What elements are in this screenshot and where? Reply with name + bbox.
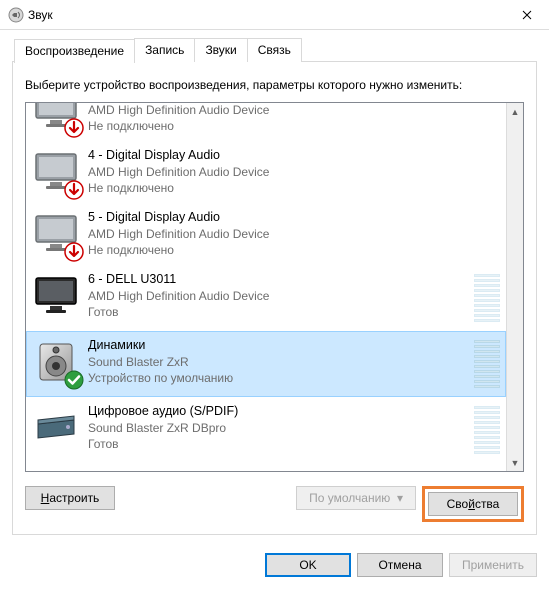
down-badge-icon <box>64 242 84 262</box>
instruction-text: Выберите устройство воспроизведения, пар… <box>25 78 524 92</box>
device-desc: AMD High Definition Audio Device <box>88 103 500 118</box>
ok-button[interactable]: OK <box>265 553 351 577</box>
device-list[interactable]: AMD High Definition Audio Device AMD High… <box>26 103 506 471</box>
device-desc: AMD High Definition Audio Device <box>88 226 500 242</box>
tab-strip: ВоспроизведениеЗаписьЗвукиСвязь <box>14 38 537 62</box>
window-title: Звук <box>24 8 504 22</box>
dialog-button-row: OK Отмена Применить <box>0 553 549 589</box>
properties-button[interactable]: Свойства <box>428 492 518 516</box>
device-status: Не подключено <box>88 118 500 134</box>
device-name: Динамики <box>88 337 470 354</box>
device-list-container: AMD High Definition Audio Device AMD High… <box>25 102 524 472</box>
close-icon <box>522 10 532 20</box>
titlebar: Звук <box>0 0 549 30</box>
app-icon <box>8 7 24 23</box>
highlight-properties: Свойства <box>422 486 524 522</box>
down-badge-icon <box>64 180 84 200</box>
check-badge-icon <box>64 370 84 390</box>
device-name: 4 - Digital Display Audio <box>88 147 500 164</box>
monitor-gray-icon <box>32 148 80 196</box>
close-button[interactable] <box>504 0 549 30</box>
monitor-gray-icon <box>32 103 80 134</box>
device-status: Готов <box>88 304 470 320</box>
monitor-dark-icon <box>32 272 80 320</box>
set-default-button: По умолчанию ▾ <box>296 486 416 510</box>
apply-button: Применить <box>449 553 537 577</box>
device-status: Готов <box>88 436 470 452</box>
level-meter <box>474 402 500 458</box>
tab-2[interactable]: Звуки <box>194 38 247 62</box>
device-desc: AMD High Definition Audio Device <box>88 288 470 304</box>
tab-0[interactable]: Воспроизведение <box>14 39 135 63</box>
down-badge-icon <box>64 118 84 138</box>
device-row[interactable]: 6 - DELL U3011AMD High Definition Audio … <box>26 265 506 331</box>
device-name: 6 - DELL U3011 <box>88 271 470 288</box>
device-status: Не подключено <box>88 180 500 196</box>
device-desc: Sound Blaster ZxR DBpro <box>88 420 470 436</box>
device-name: Цифровое аудио (S/PDIF) <box>88 403 470 420</box>
monitor-gray-icon <box>32 210 80 258</box>
speaker-icon <box>32 338 80 386</box>
spdif-icon <box>32 404 80 452</box>
device-row[interactable]: 5 - Digital Display AudioAMD High Defini… <box>26 203 506 265</box>
scroll-down-icon[interactable]: ▼ <box>507 454 523 471</box>
cancel-button[interactable]: Отмена <box>357 553 443 577</box>
scrollbar[interactable]: ▲ ▼ <box>506 103 523 471</box>
device-row[interactable]: ДинамикиSound Blaster ZxRУстройство по у… <box>26 331 506 397</box>
device-row[interactable]: 4 - Digital Display AudioAMD High Defini… <box>26 141 506 203</box>
tab-panel-playback: Выберите устройство воспроизведения, пар… <box>12 61 537 535</box>
device-row[interactable]: Цифровое аудио (S/PDIF)Sound Blaster ZxR… <box>26 397 506 463</box>
level-meter <box>474 270 500 326</box>
tab-3[interactable]: Связь <box>247 38 302 62</box>
device-status: Не подключено <box>88 242 500 258</box>
tab-1[interactable]: Запись <box>134 38 195 62</box>
level-meter <box>474 336 500 392</box>
device-status: Устройство по умолчанию <box>88 370 470 386</box>
device-row[interactable]: AMD High Definition Audio DeviceAMD High… <box>26 103 506 141</box>
device-desc: AMD High Definition Audio Device <box>88 164 500 180</box>
device-desc: Sound Blaster ZxR <box>88 354 470 370</box>
device-name: 5 - Digital Display Audio <box>88 209 500 226</box>
scroll-up-icon[interactable]: ▲ <box>507 103 523 120</box>
configure-button[interactable]: Настроить <box>25 486 115 510</box>
